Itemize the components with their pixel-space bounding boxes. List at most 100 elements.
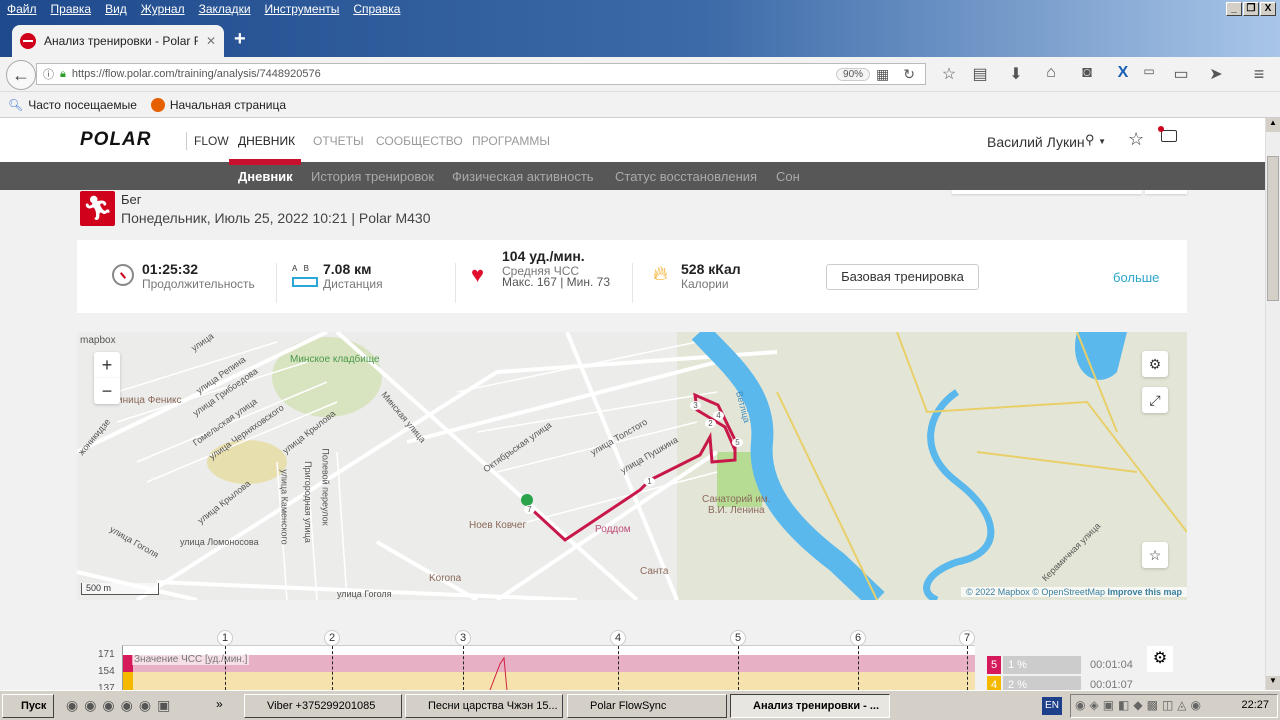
reader-icon[interactable]: ▦ (876, 66, 889, 83)
language-indicator[interactable]: EN (1042, 697, 1062, 715)
scroll-thumb[interactable] (1267, 156, 1279, 301)
start-button[interactable]: Пуск (2, 694, 54, 718)
lap-marker[interactable]: 7 (524, 505, 535, 514)
menu-edit[interactable]: Правка (44, 2, 99, 18)
subnav-recovery[interactable]: Статус восстановления (615, 169, 757, 184)
x-extension-icon[interactable]: X (1112, 64, 1134, 82)
new-tab-button[interactable]: + (234, 28, 246, 51)
send-icon[interactable]: ➤ (1205, 64, 1227, 84)
scroll-down-arrow[interactable]: ▼ (1266, 676, 1280, 690)
close-tab-icon[interactable]: ✕ (206, 34, 216, 48)
screen-icon[interactable]: ▭ (1170, 64, 1192, 84)
map-settings-gear-icon[interactable]: ⚙ (1142, 351, 1168, 377)
lap-line (332, 646, 333, 690)
task-firefox[interactable]: Анализ тренировки - ... (730, 694, 890, 718)
sport-profile-button[interactable]: Базовая тренировка (826, 264, 979, 290)
bookmark-start-page[interactable]: Начальная страница (150, 98, 286, 112)
subnav-diary[interactable]: Дневник (238, 169, 293, 184)
zoom-out-button[interactable]: − (94, 378, 120, 404)
quick-launch-more[interactable]: » (216, 697, 223, 711)
menu-view[interactable]: Вид (98, 2, 134, 18)
lap-marker[interactable]: 1 (644, 477, 655, 486)
series-label: Значение ЧСС [уд./мин.] (132, 654, 250, 665)
menu-bookmarks[interactable]: Закладки (192, 2, 258, 18)
tray-icons[interactable]: ◉◈▣◧◆▩◫◬◉ (1075, 698, 1205, 712)
divider (186, 132, 187, 150)
restore-button[interactable]: ❐ (1243, 2, 1259, 16)
user-name[interactable]: Василий Лукин (987, 134, 1085, 150)
reload-icon[interactable]: ↻ (895, 66, 925, 83)
map-favorite-star-icon[interactable]: ☆ (1142, 542, 1168, 568)
home-icon[interactable]: ⌂ (1040, 64, 1062, 82)
lap-line (225, 646, 226, 690)
quick-launch-icons[interactable]: ◉◉◉◉◉▣ (66, 697, 176, 714)
task-flowsync[interactable]: Polar FlowSync (567, 694, 727, 718)
nav-community[interactable]: СООБЩЕСТВО (376, 134, 463, 148)
map-label: иница Феникс (117, 395, 182, 406)
lap-marker[interactable]: 2 (705, 419, 716, 428)
fullscreen-expand-icon[interactable]: ⤢ (1142, 387, 1168, 413)
notifications-icon[interactable] (1158, 126, 1177, 142)
url-bar[interactable]: ⓘ 🔒︎ https://flow.polar.com/training/ana… (36, 63, 926, 85)
duration-label: Продолжительность (142, 277, 255, 291)
menu-help[interactable]: Справка (346, 2, 407, 18)
pocket-icon[interactable]: ◙ (1076, 64, 1098, 82)
task-music[interactable]: Песни царства Чжэн 15... (405, 694, 563, 718)
user-icon[interactable]: ⚲ ▼ (1085, 132, 1106, 148)
subnav-training-history[interactable]: История тренировок (311, 169, 434, 184)
flag-us-icon[interactable]: ▭ (1138, 64, 1160, 78)
lap-marker[interactable]: 3 (690, 401, 701, 410)
chart-lap-marker[interactable]: 5 (730, 630, 746, 646)
chart-lap-marker[interactable]: 2 (324, 630, 340, 646)
hidden-button[interactable] (1145, 190, 1187, 194)
nav-programs[interactable]: ПРОГРАММЫ (472, 134, 550, 148)
subnav-sleep[interactable]: Сон (776, 169, 800, 184)
system-tray: ◉◈▣◧◆▩◫◬◉ 22:27 (1070, 694, 1278, 718)
hamburger-menu-icon[interactable]: ≡ (1248, 64, 1270, 85)
page-scrollbar[interactable]: ▲ ▼ (1265, 118, 1280, 690)
ruler-icon (292, 277, 318, 287)
nav-diary[interactable]: ДНЕВНИК (238, 134, 295, 148)
lap-marker[interactable]: 4 (713, 411, 724, 420)
flow-label[interactable]: FLOW (194, 134, 229, 148)
subnav-activity[interactable]: Физическая активность (452, 169, 594, 184)
hidden-dropdown[interactable] (952, 190, 1142, 194)
info-icon[interactable]: ⓘ (43, 66, 54, 82)
polar-logo[interactable]: POLAR (80, 129, 152, 151)
scroll-up-arrow[interactable]: ▲ (1266, 118, 1280, 132)
url-text[interactable]: https://flow.polar.com/training/analysis… (72, 68, 321, 80)
polar-favicon (20, 33, 36, 49)
menu-file[interactable]: Файл (0, 2, 44, 18)
favorites-star-icon[interactable]: ☆ (1128, 129, 1144, 150)
chart-lap-marker[interactable]: 3 (455, 630, 471, 646)
ab-label: A B (292, 264, 309, 273)
mapbox-logo[interactable]: mapbox (80, 335, 116, 346)
bookmark-most-visited[interactable]: 🔍︎ Часто посещаемые (8, 98, 137, 112)
chart-lap-marker[interactable]: 7 (959, 630, 975, 646)
download-icon[interactable]: ⬇ (1005, 64, 1027, 84)
task-viber[interactable]: Viber +375299201085 (244, 694, 402, 718)
attribution-text[interactable]: © 2022 Mapbox © OpenStreetMap (966, 587, 1105, 597)
back-button[interactable]: ← (6, 60, 36, 90)
chart-lap-marker[interactable]: 6 (850, 630, 866, 646)
zoom-level[interactable]: 90% (836, 67, 871, 81)
minimize-button[interactable]: _ (1226, 2, 1242, 16)
improve-map-link[interactable]: Improve this map (1107, 587, 1182, 597)
more-link[interactable]: больше (1113, 270, 1159, 285)
bookmark-star-icon[interactable]: ☆ (938, 64, 960, 84)
lap-marker[interactable]: 5 (732, 438, 743, 447)
menu-tools[interactable]: Инструменты (258, 2, 347, 18)
close-window-button[interactable]: X (1260, 2, 1276, 16)
chart-lap-marker[interactable]: 4 (610, 630, 626, 646)
taskbar: Пуск ◉◉◉◉◉▣ » Viber +375299201085 Песни … (0, 690, 1280, 720)
zoom-in-button[interactable]: + (94, 352, 120, 378)
route-map[interactable]: Минское кладбище Минская улица улица Кры… (77, 332, 1187, 600)
bookmarks-list-icon[interactable]: ▤ (969, 64, 991, 84)
bookmark-label: Часто посещаемые (28, 98, 137, 112)
chart-settings-gear-icon[interactable]: ⚙ (1147, 646, 1173, 672)
chart-lap-marker[interactable]: 1 (217, 630, 233, 646)
bookmarks-bar: 🔍︎ Часто посещаемые Начальная страница (0, 93, 1280, 118)
tab-training-analysis[interactable]: Анализ тренировки - Polar F... ✕ (12, 25, 224, 57)
menu-history[interactable]: Журнал (134, 2, 192, 18)
nav-reports[interactable]: ОТЧЕТЫ (313, 134, 364, 148)
